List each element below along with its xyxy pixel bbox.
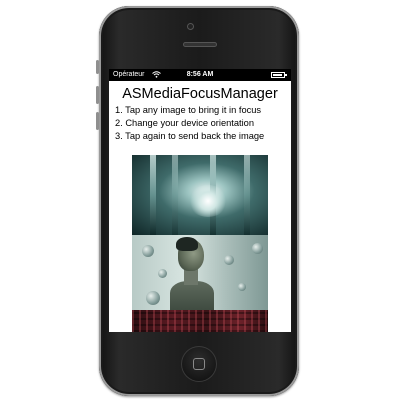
- volume-up-button: [96, 86, 99, 104]
- status-bar: Opérateur 8:56 AM: [109, 69, 291, 81]
- instruction-step-2: 2. Change your device orientation: [115, 118, 255, 128]
- clock-label: 8:56 AM: [186, 71, 214, 78]
- earpiece-speaker: [183, 42, 217, 47]
- instruction-step-3: 3. Tap again to send back the image: [115, 131, 265, 141]
- battery-icon: [271, 72, 287, 78]
- volume-down-button: [96, 112, 99, 130]
- red-pattern-image[interactable]: [132, 310, 268, 332]
- portrait-image[interactable]: [132, 235, 268, 310]
- phone-screen: Opérateur 8:56 AM ASMediaFocusManager 1.…: [109, 69, 291, 332]
- app-title: ASMediaFocusManager: [122, 86, 278, 102]
- home-button[interactable]: [181, 346, 217, 382]
- water-splash-image[interactable]: [132, 155, 268, 235]
- mute-switch: [96, 60, 99, 74]
- instructions-list: 1. Tap any image to bring it in focus 2.…: [115, 104, 291, 143]
- front-camera: [187, 23, 194, 30]
- instruction-step-1: 1. Tap any image to bring it in focus: [115, 105, 262, 115]
- home-square-icon: [193, 358, 205, 370]
